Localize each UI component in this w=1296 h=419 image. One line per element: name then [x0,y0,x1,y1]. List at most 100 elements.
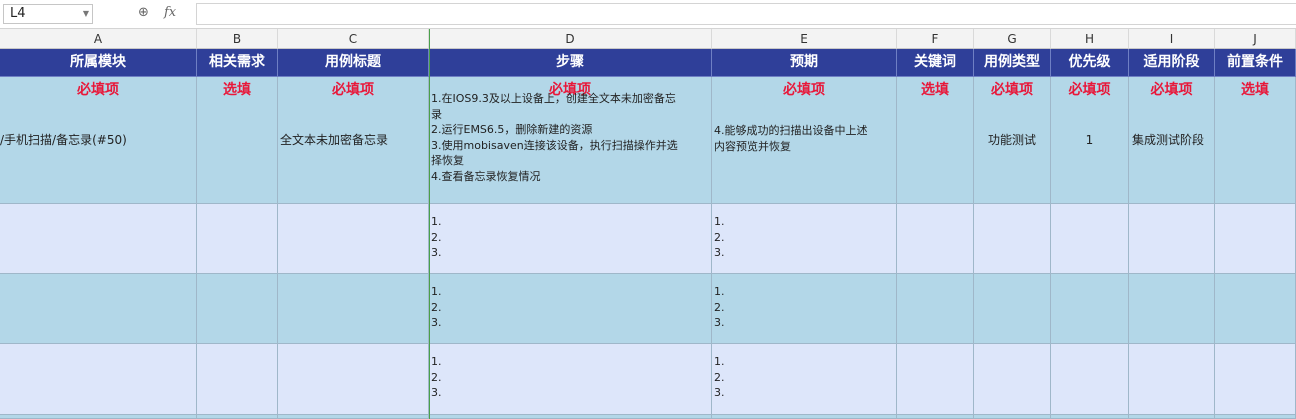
column-header-b[interactable]: B [197,29,278,49]
column-header-blank[interactable] [1291,29,1296,49]
header-cell[interactable]: 相关需求 [197,49,278,77]
column-header-a[interactable]: A [0,29,197,49]
chevron-down-icon[interactable]: ▼ [83,5,89,23]
header-cell[interactable]: 适用阶段 [1129,49,1215,77]
step-line: 择恢复 [431,154,464,167]
table-cell[interactable]: 必填项 集成测试阶段 [1129,77,1215,204]
list-line: 3. [431,246,442,259]
column-header-i[interactable]: I [1129,29,1215,49]
fx-icon[interactable]: fx [164,5,176,20]
list-line: 2. [714,230,725,244]
table-cell[interactable] [1129,274,1215,344]
header-cell[interactable] [1291,49,1296,77]
list-line: 1. [714,355,725,368]
table-cell[interactable] [1291,77,1296,204]
table-cell[interactable] [0,274,197,344]
stage-value: 集成测试阶段 [1132,133,1205,147]
expected-value: 1. 2. 3. [714,354,894,401]
header-cell[interactable]: 前置条件 [1215,49,1296,77]
header-cell[interactable]: 所属模块 [0,49,197,77]
table-cell[interactable] [197,274,278,344]
header-cell[interactable]: 预期 [712,49,897,77]
column-header-d[interactable]: D [429,29,712,49]
name-box[interactable]: L4 ▼ [3,4,93,24]
table-cell[interactable] [278,204,429,274]
table-cell[interactable] [1215,344,1296,415]
priority-value: 1 [1085,133,1094,147]
table-cell[interactable] [1291,344,1296,415]
table-cell[interactable] [278,344,429,415]
column-header-c[interactable]: C [278,29,429,49]
step-line: 4.查看备忘录恢复情况 [431,169,541,183]
table-cell[interactable] [1129,344,1215,415]
table-cell[interactable] [0,344,197,415]
table-cell[interactable]: 1. 2. 3. [429,344,712,415]
column-header-j[interactable]: J [1215,29,1296,49]
requirement-label: 选填 [1241,82,1269,98]
table-cell[interactable]: 选填 [897,77,974,204]
table-cell[interactable] [197,344,278,415]
table-cell[interactable]: 1. 2. 3. [429,274,712,344]
case-title-value: 全文本未加密备忘录 [280,133,389,147]
column-header-h[interactable]: H [1051,29,1129,49]
list-line: 3. [714,386,725,399]
expected-line: 4.能够成功的扫描出设备中上述 [714,124,868,137]
table-cell[interactable] [1291,274,1296,344]
table-cell[interactable] [712,415,897,419]
table-cell[interactable]: 必填项 功能测试 [974,77,1051,204]
table-cell[interactable] [974,344,1051,415]
header-cell[interactable]: 步骤 [429,49,712,77]
table-cell[interactable] [1215,274,1296,344]
table-cell[interactable] [197,415,278,419]
table-cell[interactable]: 选填 [1215,77,1296,204]
table-cell[interactable] [0,415,197,419]
step-line: 1.在IOS9.3及以上设备上，创建全文本未加密备忘 [431,92,676,105]
table-cell[interactable]: 必填项/手机扫描/备忘录(#50) [0,77,197,204]
table-cell[interactable] [974,274,1051,344]
table-cell[interactable] [1215,204,1296,274]
column-header-e[interactable]: E [712,29,897,49]
table-cell[interactable]: 1. 2. 3. [712,344,897,415]
table-cell[interactable] [1129,415,1215,419]
table-cell[interactable]: 必填项 4.能够成功的扫描出设备中上述 内容预览并恢复 [712,77,897,204]
table-cell[interactable] [974,415,1051,419]
step-line: 录 [431,107,442,121]
table-cell[interactable] [1051,415,1129,419]
table-cell[interactable] [897,415,974,419]
table-cell[interactable] [197,204,278,274]
column-header-g[interactable]: G [974,29,1051,49]
header-cell[interactable]: 用例标题 [278,49,429,77]
table-cell[interactable] [897,274,974,344]
zoom-icon[interactable]: ⊕ [138,5,149,20]
table-cell[interactable]: 1. 2. 3. [429,204,712,274]
table-cell[interactable] [278,415,429,419]
table-cell[interactable] [429,415,712,419]
table-cell[interactable]: 1. 2. 3. [712,274,897,344]
header-cell[interactable]: 用例类型 [974,49,1051,77]
table-cell[interactable] [1129,204,1215,274]
header-cell[interactable]: 优先级 [1051,49,1129,77]
table-cell[interactable] [1051,274,1129,344]
case-type-value: 功能测试 [987,133,1036,147]
table-cell[interactable] [1051,204,1129,274]
list-line: 1. [714,215,725,228]
table-cell[interactable] [1051,344,1129,415]
header-cell[interactable]: 关键词 [897,49,974,77]
table-cell[interactable]: 必填项 全文本未加密备忘录 [278,77,429,204]
table-cell[interactable] [278,274,429,344]
table-cell[interactable] [0,204,197,274]
table-cell[interactable]: 必填项 1.在IOS9.3及以上设备上，创建全文本未加密备忘录 2.运行EMS6.5… [429,77,712,204]
steps-value: 1. 2. 3. [431,354,709,401]
table-cell[interactable]: 1. 2. 3. [712,204,897,274]
step-line: 2.运行EMS6.5，删除新建的资源 [431,123,593,136]
table-cell[interactable] [974,204,1051,274]
table-cell[interactable]: 必填项 1 [1051,77,1129,204]
table-cell[interactable] [897,204,974,274]
column-header-f[interactable]: F [897,29,974,49]
table-cell[interactable] [897,344,974,415]
table-cell[interactable]: 选填 [197,77,278,204]
list-line: 1. [714,285,725,298]
table-cell[interactable] [1215,415,1296,419]
table-cell[interactable] [1291,204,1296,274]
formula-input[interactable] [196,3,1296,25]
